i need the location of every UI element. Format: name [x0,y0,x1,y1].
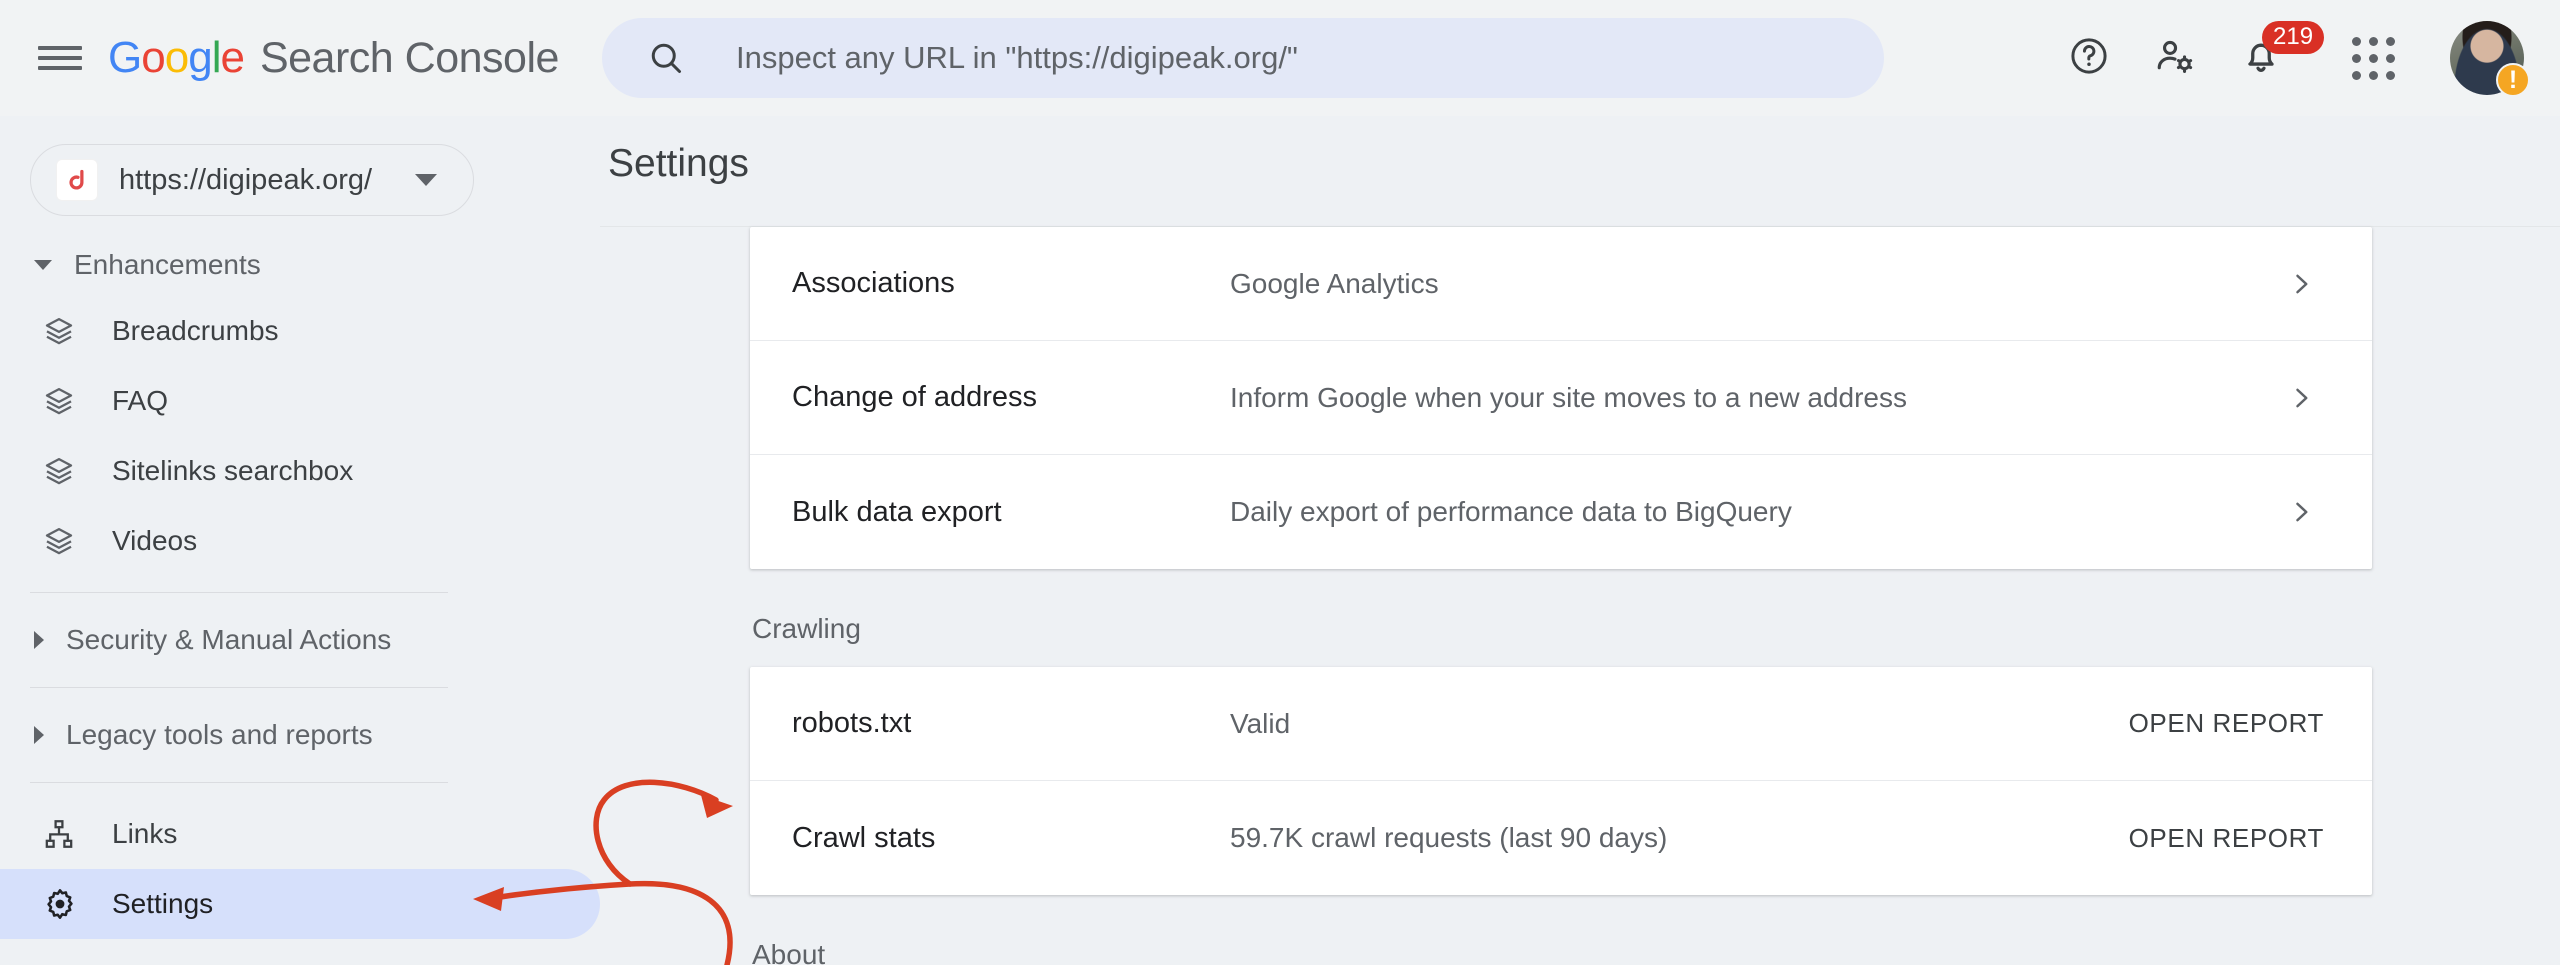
sidebar-item-settings[interactable]: Settings [0,869,600,939]
row-description: Valid [1230,707,1291,739]
chevron-right-icon[interactable] [2286,269,2316,299]
sidebar-group-label: Security & Manual Actions [66,624,392,655]
section-label-crawling: Crawling [752,613,861,644]
main-content: Settings Associations Google Analytics C… [600,116,2560,965]
sidebar-divider [30,687,448,688]
settings-row-change-of-address[interactable]: Change of address Inform Google when you… [750,341,2372,455]
sidebar-group-legacy-tools[interactable]: Legacy tools and reports [0,704,600,766]
settings-row-crawl-stats[interactable]: Crawl stats 59.7K crawl requests (last 9… [750,781,2372,895]
section-label-about: About [752,939,826,965]
google-wordmark: Google [108,33,245,82]
layers-icon [42,384,86,418]
sidebar-group-security-manual-actions[interactable]: Security & Manual Actions [0,609,600,671]
row-description: Inform Google when your site moves to a … [1230,381,1908,413]
page-title: Settings [608,142,749,185]
settings-card-general: Associations Google Analytics Change of … [750,227,2372,569]
notifications-badge: 219 [2262,21,2325,54]
avatar-warning-badge: ! [2496,63,2530,97]
gear-icon [42,886,86,922]
open-report-link[interactable]: Open report [2129,823,2324,854]
sitemap-icon [42,817,86,851]
sidebar-group-label: Enhancements [74,249,261,280]
search-icon [648,40,684,76]
app-logo: Google Search Console [108,33,559,83]
help-circle-icon [2068,35,2110,82]
row-title: Crawl stats [792,821,936,854]
layers-icon [42,524,86,558]
property-url: https://digipeak.org/ [119,163,373,196]
layers-icon [42,454,86,488]
user-settings-button[interactable] [2132,15,2218,101]
chevron-right-icon[interactable] [2286,497,2316,527]
settings-scroll-area[interactable]: Associations Google Analytics Change of … [600,227,2560,965]
top-bar-actions: 219 ! [2046,0,2530,116]
open-report-link[interactable]: Open report [2129,708,2324,739]
settings-row-robots-txt[interactable]: robots.txt Valid Open report [750,667,2372,781]
sidebar-item-faq[interactable]: FAQ [0,366,600,436]
sidebar-item-label: Settings [112,888,214,919]
sidebar-item-label: Links [112,818,178,849]
row-description: 59.7K crawl requests (last 90 days) [1230,822,1668,853]
account-avatar-button[interactable]: ! [2444,15,2530,101]
layers-icon [42,314,86,348]
chevron-right-icon [34,631,44,649]
user-settings-icon [2153,34,2197,83]
row-description: Daily export of performance data to BigQ… [1230,496,1792,527]
row-title: Change of address [792,381,1038,413]
url-inspection-search-bar[interactable]: Inspect any URL in "https://digipeak.org… [602,18,1884,98]
chevron-down-icon [415,174,437,186]
row-title: Bulk data export [792,495,1002,528]
sidebar-item-label: FAQ [112,385,169,416]
sidebar-group-enhancements[interactable]: Enhancements [0,234,600,296]
sidebar-item-sitelinks-searchbox[interactable]: Sitelinks searchbox [0,436,600,506]
sidebar-group-label: Legacy tools and reports [66,719,373,750]
settings-row-bulk-data-export[interactable]: Bulk data export Daily export of perform… [750,455,2372,569]
row-title: robots.txt [792,707,912,739]
settings-card-crawling: robots.txt Valid Open report Crawl stats… [750,667,2372,895]
property-selector[interactable]: https://digipeak.org/ [30,144,474,216]
chevron-right-icon [34,726,44,744]
sidebar-item-breadcrumbs[interactable]: Breadcrumbs [0,296,600,366]
chevron-down-icon [34,260,52,270]
row-description: Google Analytics [1230,267,1439,299]
sidebar-item-label: Videos [112,525,198,556]
search-input[interactable]: Inspect any URL in "https://digipeak.org… [736,40,1298,76]
apps-grid-icon [2351,36,2395,80]
sidebar-item-links[interactable]: Links [0,799,600,869]
top-app-bar: Google Search Console Inspect any URL in… [0,0,2560,116]
help-button[interactable] [2046,15,2132,101]
google-apps-button[interactable] [2330,15,2416,101]
product-name: Search Console [259,34,559,82]
property-favicon [57,160,97,200]
notifications-button[interactable]: 219 [2218,15,2325,101]
row-title: Associations [792,267,955,299]
sidebar-divider [30,592,448,593]
sidebar: https://digipeak.org/ Enhancements Bread… [0,116,600,965]
sidebar-item-videos[interactable]: Videos [0,506,600,576]
sidebar-item-label: Breadcrumbs [112,315,279,346]
sidebar-item-label: Sitelinks searchbox [112,455,354,486]
chevron-right-icon[interactable] [2286,383,2316,413]
sidebar-nav: Enhancements Breadcrumbs FAQ Sitelinks s… [0,234,600,939]
hamburger-menu-icon[interactable] [38,42,82,74]
settings-row-associations[interactable]: Associations Google Analytics [750,227,2372,341]
sidebar-divider [30,782,448,783]
